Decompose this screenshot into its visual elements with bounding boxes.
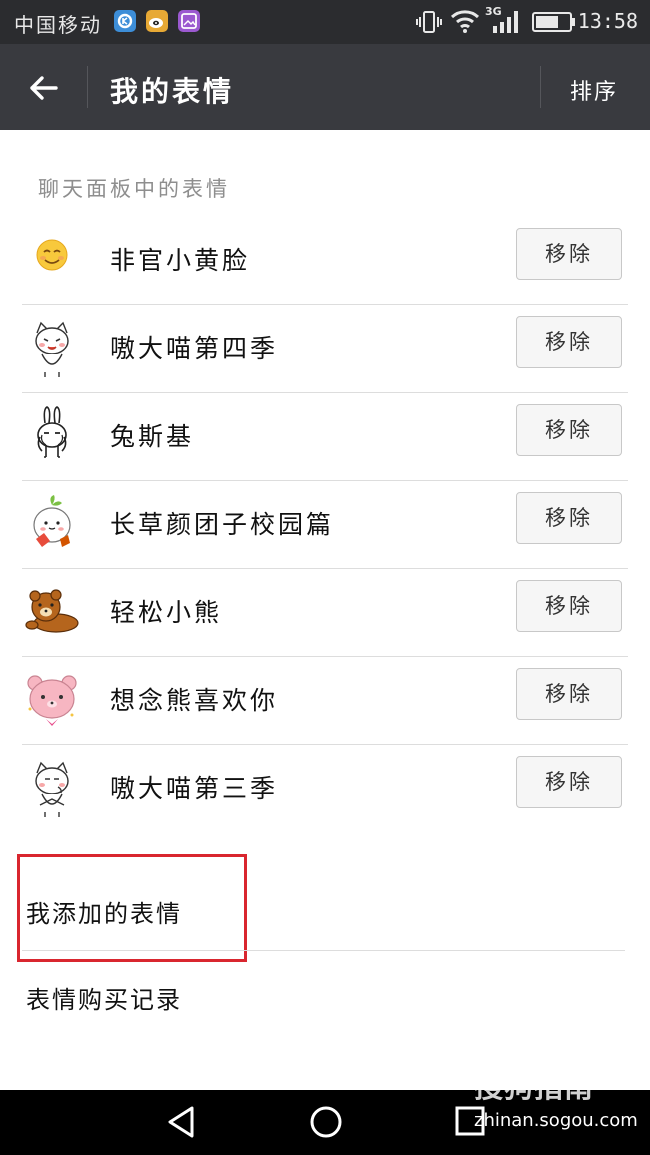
carrier-name: 中国移动 [14,13,102,37]
emoji-name: 轻松小熊 [110,598,223,627]
emoji-name: 想念熊喜欢你 [110,686,279,715]
divider [22,950,625,951]
sort-button[interactable]: 排序 [570,74,618,106]
brown-bear-icon [25,589,79,633]
purchase-history-link[interactable]: 表情购买记录 [26,980,182,1015]
page-title: 我的表情 [110,75,235,108]
remove-button[interactable]: 移除 [516,492,622,544]
weibo-icon [146,10,168,32]
list-item: 兔斯基 移除 [22,393,628,481]
emoji-name: 嗷大喵第四季 [110,334,279,363]
vibrate-icon [416,10,442,38]
pink-bear-icon [27,675,77,726]
status-bar: 中国移动 3G 13:58 [0,0,650,44]
list-item: 非官小黄脸 移除 [22,217,628,305]
section-title: 聊天面板中的表情 [38,177,230,201]
emoji-name: 长草颜团子校园篇 [110,510,335,539]
notification-app-icon [114,10,136,32]
remove-button[interactable]: 移除 [516,668,622,720]
list-item: 轻松小熊 移除 [22,569,628,657]
watermark-brand: 搜狗指南 [474,1070,595,1104]
signal-icon [492,10,522,38]
watermark-url: zhinan.sogou.com [474,1110,638,1131]
my-added-emoji-link[interactable]: 我添加的表情 [26,894,182,929]
white-cat-icon [35,761,69,817]
gallery-icon [178,10,200,32]
white-cat-icon [35,321,69,377]
list-item: 想念熊喜欢你 移除 [22,657,628,745]
title-bar: 我的表情 排序 [0,44,650,130]
yellow-face-icon [36,239,68,271]
divider [540,66,541,108]
emoji-list: 非官小黄脸 移除 嗷大喵第四季 移除 兔斯基 移除 长草颜团子校园篇 移除 轻松… [22,217,628,832]
remove-button[interactable]: 移除 [516,580,622,632]
status-time: 13:58 [577,9,638,33]
nav-back-icon[interactable] [164,1104,198,1140]
list-item: 长草颜团子校园篇 移除 [22,481,628,569]
remove-button[interactable]: 移除 [516,228,622,280]
arrow-left-icon [30,76,58,100]
list-item: 嗷大喵第三季 移除 [22,745,628,832]
remove-button[interactable]: 移除 [516,316,622,368]
remove-button[interactable]: 移除 [516,404,622,456]
emoji-name: 非官小黄脸 [110,246,251,275]
nav-home-icon[interactable] [308,1104,344,1140]
rabbit-icon [37,406,67,458]
divider [87,66,88,108]
battery-icon [532,12,576,36]
dumpling-icon [33,495,71,547]
remove-button[interactable]: 移除 [516,756,622,808]
wifi-icon [450,8,480,38]
back-button[interactable] [22,66,66,110]
main-content: 聊天面板中的表情 非官小黄脸 移除 嗷大喵第四季 移除 兔斯基 移除 长草颜团子… [0,130,650,1090]
emoji-name: 兔斯基 [110,422,195,451]
emoji-name: 嗷大喵第三季 [110,774,279,803]
list-item: 嗷大喵第四季 移除 [22,305,628,393]
